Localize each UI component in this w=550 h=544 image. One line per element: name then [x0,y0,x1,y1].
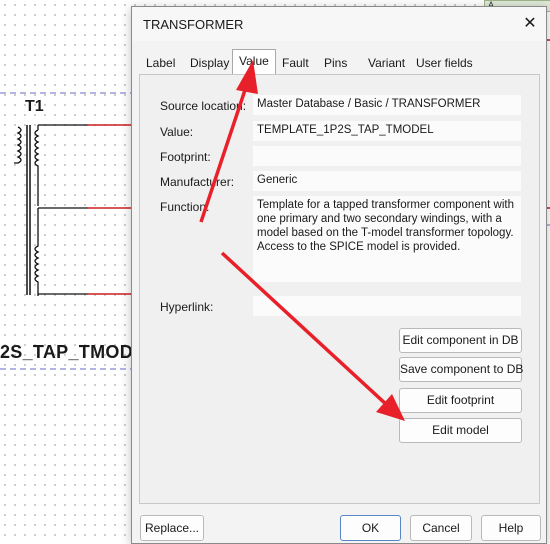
annotation-overlay [199,60,405,421]
arrowhead-icon [236,60,258,94]
annotation-arrow-to-value-tab [199,83,249,223]
annotation-arrow-to-edit-model [220,251,390,408]
